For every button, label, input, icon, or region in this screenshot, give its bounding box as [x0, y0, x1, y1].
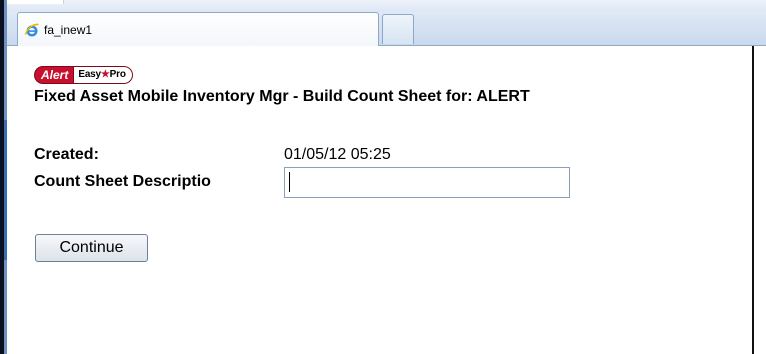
page-title: Fixed Asset Mobile Inventory Mgr - Build… [34, 88, 530, 105]
star-icon: ★ [100, 68, 110, 80]
ie-icon [24, 22, 40, 38]
created-label: Created: [34, 146, 99, 163]
tab-fa-inew1[interactable]: fa_inew1 [17, 12, 379, 46]
tab-label: fa_inew1 [44, 23, 93, 37]
text-caret [289, 172, 290, 192]
continue-button[interactable]: Continue [35, 234, 148, 262]
titlebar-strip [7, 0, 766, 12]
browser-window: fa_inew1 Alert Easy★Pro Fixed Asset Mobi… [0, 0, 766, 354]
new-tab-button[interactable] [382, 14, 414, 44]
logo-easypro-text: Easy★Pro [73, 65, 133, 84]
content-right-border [752, 46, 754, 354]
count-sheet-description-input[interactable] [284, 167, 570, 198]
window-border-accent [4, 120, 7, 260]
created-value: 01/05/12 05:25 [284, 146, 391, 163]
alert-easypro-logo: Alert Easy★Pro [34, 65, 133, 84]
logo-easy: Easy [78, 68, 101, 80]
count-sheet-description-label: Count Sheet Descriptio [34, 173, 211, 190]
titlebar-notch [7, 0, 64, 4]
logo-alert-text: Alert [34, 65, 74, 84]
logo-pro: Pro [109, 68, 126, 80]
